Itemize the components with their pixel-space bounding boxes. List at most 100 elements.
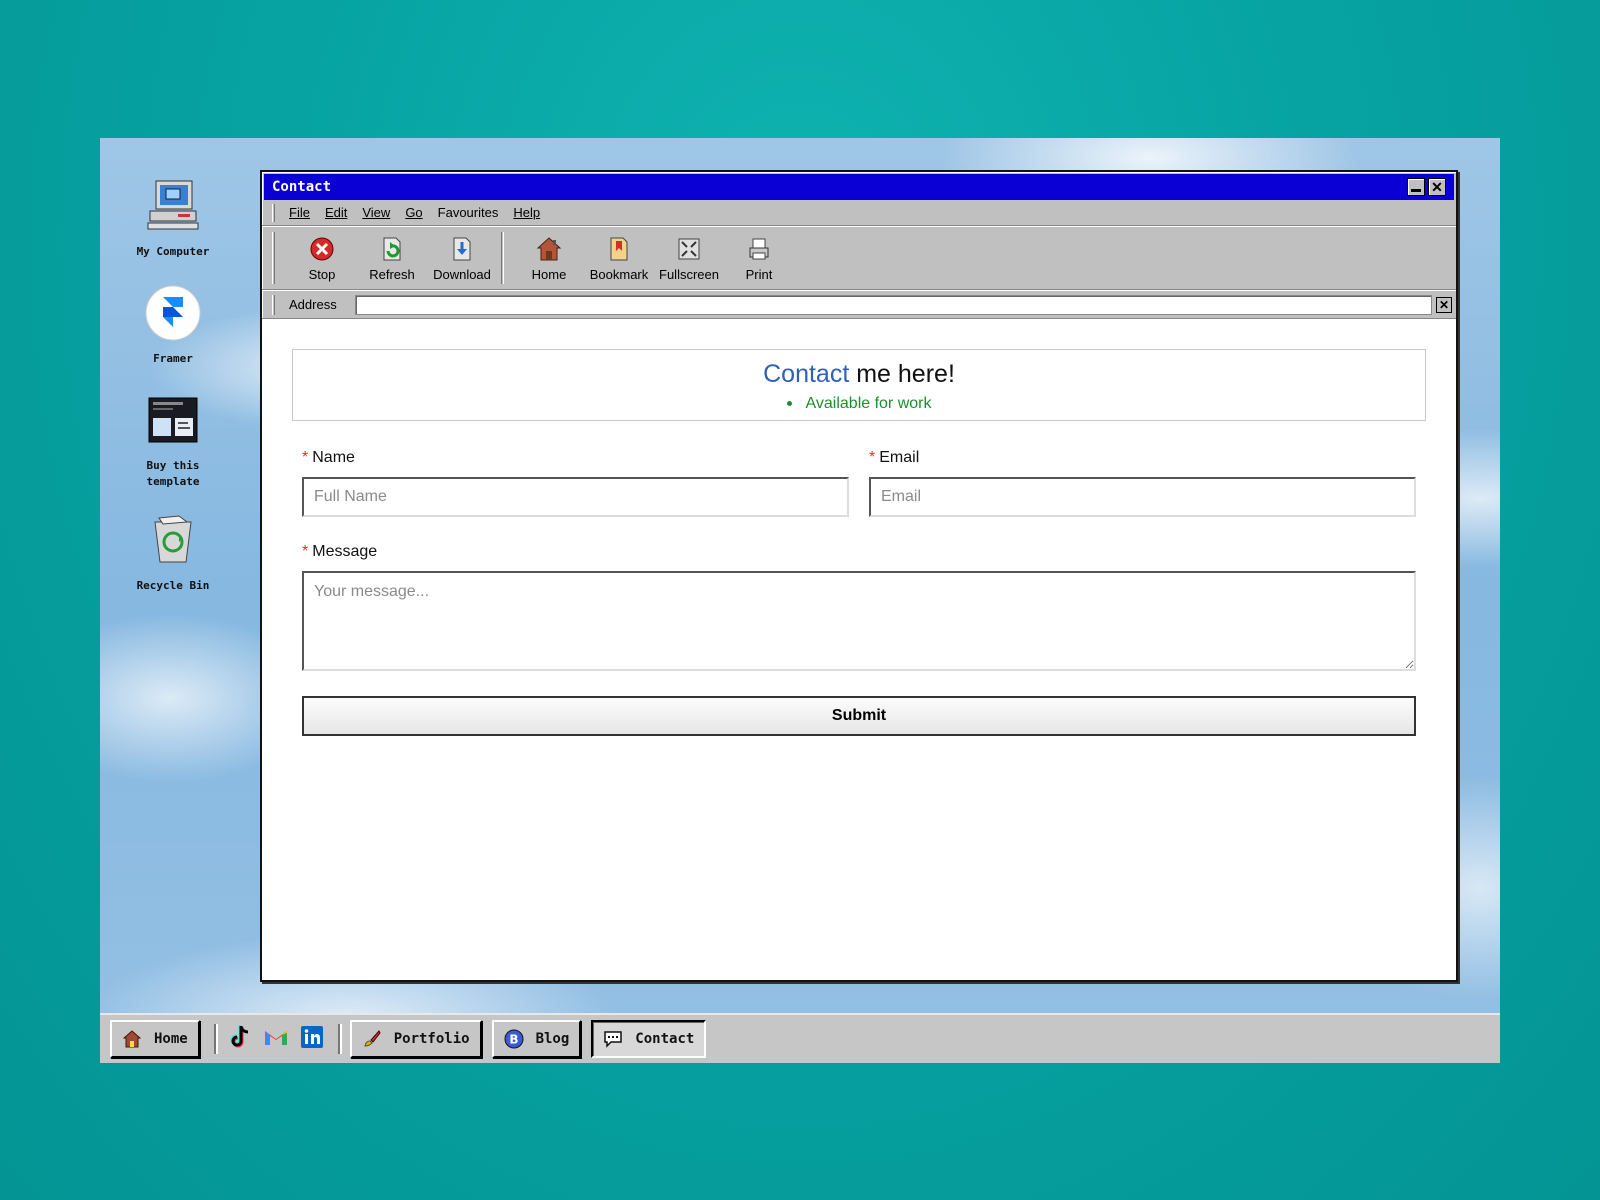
status-text: Available for work	[805, 395, 932, 412]
menu-go-label: Go	[405, 205, 423, 220]
desktop-icon-buy-template[interactable]: Buy this template	[118, 390, 228, 490]
bookmark-icon	[584, 235, 654, 263]
submit-button[interactable]: Submit	[302, 696, 1416, 736]
taskbar-separator	[337, 1024, 342, 1054]
home-icon	[514, 235, 584, 263]
menu-help[interactable]: Help	[513, 205, 540, 220]
chat-bubble-icon	[603, 1029, 623, 1049]
download-icon	[427, 235, 497, 263]
close-icon: ✕	[1438, 297, 1450, 312]
home-button[interactable]: Home	[514, 235, 584, 282]
home-icon	[122, 1029, 142, 1049]
refresh-button[interactable]: Refresh	[357, 235, 427, 282]
name-label-text: Name	[312, 449, 355, 466]
status-dot-icon	[786, 401, 792, 407]
taskbar-portfolio-label: Portfolio	[393, 1031, 470, 1047]
print-icon	[724, 235, 794, 263]
availability-status: Available for work	[293, 395, 1425, 413]
recycle-bin-icon	[143, 510, 203, 570]
toolbar-grip	[272, 232, 275, 284]
address-bar: Address ✕	[262, 290, 1456, 318]
template-icon	[143, 390, 203, 450]
taskbar-portfolio-button[interactable]: Portfolio	[349, 1020, 482, 1058]
page-title-rest: me here!	[849, 360, 955, 388]
window-titlebar[interactable]: Contact ✕	[264, 174, 1454, 200]
fullscreen-icon	[654, 235, 724, 263]
download-button[interactable]: Download	[427, 235, 497, 282]
required-mark: *	[302, 449, 309, 466]
desktop-icon-recycle-bin[interactable]: Recycle Bin	[118, 510, 228, 594]
taskbar-blog-label: Blog	[535, 1031, 570, 1047]
contact-header: Contact me here! Available for work	[292, 349, 1426, 421]
computer-icon	[143, 176, 203, 236]
menu-view-label: View	[362, 205, 391, 220]
paintbrush-icon	[362, 1029, 382, 1049]
address-input[interactable]	[355, 294, 1432, 315]
desktop-icon-label: Buy this template	[146, 459, 200, 488]
window-title: Contact	[272, 179, 332, 195]
email-label: * Email	[869, 449, 1416, 467]
home-label: Home	[531, 266, 567, 282]
taskbar-blog-button[interactable]: B Blog	[491, 1020, 582, 1058]
bookmark-button[interactable]: Bookmark	[584, 235, 654, 282]
framer-icon	[143, 283, 203, 343]
fullscreen-label: Fullscreen	[659, 266, 719, 282]
stop-button[interactable]: Stop	[287, 235, 357, 282]
stop-label: Stop	[308, 266, 336, 282]
message-textarea[interactable]	[302, 571, 1416, 671]
email-input[interactable]	[869, 477, 1416, 517]
message-label: * Message	[302, 543, 1416, 561]
addressbar-grip	[272, 294, 275, 315]
taskbar-contact-button[interactable]: Contact	[591, 1020, 707, 1058]
message-field-group: * Message	[302, 543, 1416, 676]
minimize-button[interactable]	[1407, 178, 1425, 196]
menu-edit[interactable]: Edit	[325, 205, 347, 220]
address-label: Address	[289, 297, 337, 312]
name-input[interactable]	[302, 477, 849, 517]
svg-text:B: B	[509, 1033, 518, 1047]
fullscreen-button[interactable]: Fullscreen	[654, 235, 724, 282]
taskbar-home-label: Home	[154, 1031, 188, 1047]
name-field-group: * Name	[302, 449, 849, 517]
stop-icon	[287, 235, 357, 263]
refresh-icon	[357, 235, 427, 263]
gmail-icon	[263, 1027, 289, 1052]
menu-help-label: Help	[513, 205, 541, 220]
toolbar-separator	[501, 232, 504, 284]
menu-view[interactable]: View	[362, 205, 390, 220]
menu-bar: File Edit View Go Favourites Help	[262, 200, 1456, 226]
blog-icon: B	[504, 1029, 524, 1049]
gmail-link[interactable]	[262, 1025, 290, 1053]
message-label-text: Message	[312, 543, 378, 560]
linkedin-link[interactable]	[298, 1025, 326, 1053]
print-button[interactable]: Print	[724, 235, 794, 282]
address-clear-button[interactable]: ✕	[1436, 296, 1452, 313]
menu-go[interactable]: Go	[405, 205, 422, 220]
download-label: Download	[433, 266, 491, 282]
desktop-icon-label: Framer	[153, 352, 193, 365]
required-mark: *	[302, 543, 309, 560]
menu-file[interactable]: File	[289, 205, 310, 220]
bookmark-label: Bookmark	[589, 266, 649, 282]
desktop: My Computer Framer Buy this template Rec…	[100, 138, 1500, 1063]
menu-edit-label: Edit	[324, 205, 348, 220]
menu-favourites-label: Favourites	[437, 205, 499, 220]
desktop-icon-framer[interactable]: Framer	[118, 283, 228, 367]
name-label: * Name	[302, 449, 849, 467]
print-label: Print	[745, 266, 773, 282]
taskbar-home-button[interactable]: Home	[110, 1020, 200, 1058]
required-mark: *	[869, 449, 876, 466]
tiktok-link[interactable]	[226, 1024, 254, 1055]
desktop-icon-label: My Computer	[136, 245, 210, 258]
toolbar: Stop Refresh Download Home Bookmark Full…	[262, 226, 1456, 290]
browser-window: Contact ✕ File Edit View Go Favourites H…	[260, 170, 1458, 982]
tiktok-icon	[228, 1024, 252, 1055]
desktop-icon-label: Recycle Bin	[136, 579, 210, 592]
close-button[interactable]: ✕	[1428, 178, 1446, 196]
menubar-grip	[272, 203, 275, 222]
taskbar-separator	[213, 1024, 218, 1054]
menu-favourites[interactable]: Favourites	[438, 205, 499, 220]
page-title-accent: Contact	[763, 360, 850, 388]
desktop-icon-my-computer[interactable]: My Computer	[118, 176, 228, 260]
menu-file-label: File	[289, 205, 310, 220]
